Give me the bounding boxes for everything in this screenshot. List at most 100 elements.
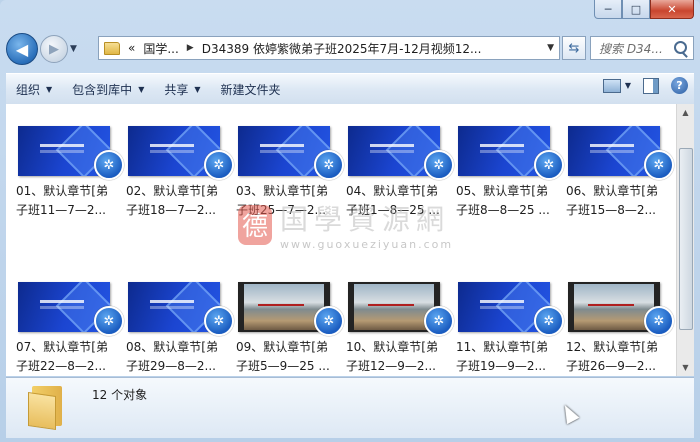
search-icon[interactable] — [674, 41, 687, 54]
file-name-line1: 08、默认章节[弟 — [126, 340, 218, 354]
address-bar[interactable]: « 国学... ▶ D34389 依婷紫微弟子班2025年7月-12月视频12.… — [98, 36, 560, 60]
file-name: 02、默认章节[弟 子班18—7—2... — [126, 182, 232, 220]
file-item[interactable]: ✲ 11、默认章节[弟 子班19—9—2... — [456, 280, 564, 376]
file-name: 04、默认章节[弟 子班1—8—25 ... — [346, 182, 452, 220]
breadcrumb-overflow[interactable]: « — [128, 41, 135, 55]
file-name: 03、默认章节[弟 子班25—7—2... — [236, 182, 342, 220]
file-name-line2: 子班1—8—25 ... — [346, 203, 440, 217]
file-name-line2: 子班12—9—2... — [346, 359, 436, 373]
file-name: 05、默认章节[弟 子班8—8—25 ... — [456, 182, 562, 220]
file-name: 12、默认章节[弟 子班26—9—2... — [566, 338, 672, 376]
view-options-dropdown[interactable]: ▼ — [625, 81, 631, 90]
include-in-library-label: 包含到库中 — [72, 82, 133, 97]
file-name-line1: 07、默认章节[弟 — [16, 340, 108, 354]
file-name-line1: 10、默认章节[弟 — [346, 340, 438, 354]
navigation-bar: ◀ ▶ ▼ « 国学... ▶ D34389 依婷紫微弟子班2025年7月-12… — [6, 32, 694, 66]
file-name-line1: 01、默认章节[弟 — [16, 184, 108, 198]
video-player-icon: ✲ — [534, 306, 564, 336]
refresh-button[interactable]: ⇆ — [562, 36, 586, 60]
maximize-button[interactable]: □ — [622, 0, 650, 19]
file-item[interactable]: ✲ 03、默认章节[弟 子班25—7—2... — [236, 124, 344, 280]
file-name: 08、默认章节[弟 子班29—8—2... — [126, 338, 232, 376]
file-item[interactable]: ✲ 01、默认章节[弟 子班11—7—2... — [16, 124, 124, 280]
change-view-icon[interactable] — [602, 78, 621, 93]
minimize-button[interactable]: ─ — [594, 0, 622, 19]
address-dropdown-icon[interactable]: ▼ — [547, 43, 554, 53]
file-name-line2: 子班15—8—2... — [566, 203, 656, 217]
scroll-up-button[interactable]: ▲ — [677, 104, 694, 121]
file-name-line1: 06、默认章节[弟 — [566, 184, 658, 198]
file-item[interactable]: ✲ 10、默认章节[弟 子班12—9—2... — [346, 280, 454, 376]
chevron-down-icon: ▼ — [194, 84, 201, 94]
breadcrumb-item-parent[interactable]: 国学... — [143, 40, 178, 57]
file-name-line2: 子班26—9—2... — [566, 359, 656, 373]
video-player-icon: ✲ — [314, 150, 344, 180]
video-player-icon: ✲ — [94, 150, 124, 180]
file-name-line1: 12、默认章节[弟 — [566, 340, 658, 354]
video-player-icon: ✲ — [94, 306, 124, 336]
breadcrumb: « 国学... ▶ D34389 依婷紫微弟子班2025年7月-12月视频12.… — [128, 40, 481, 57]
file-name-line2: 子班29—8—2... — [126, 359, 216, 373]
file-grid: ✲ 01、默认章节[弟 子班11—7—2... ✲ 02、默认章节[弟 子班18—7—2.… — [16, 124, 676, 376]
close-button[interactable]: ✕ — [650, 0, 694, 19]
file-item[interactable]: ✲ 08、默认章节[弟 子班29—8—2... — [126, 280, 234, 376]
toolbar-right: ▼ ? — [602, 77, 688, 94]
forward-button[interactable]: ▶ — [40, 35, 68, 63]
file-item[interactable]: ✲ 09、默认章节[弟 子班5—9—25 ... — [236, 280, 344, 376]
file-name-line2: 子班18—7—2... — [126, 203, 216, 217]
file-name-line2: 子班25—7—2... — [236, 203, 326, 217]
file-name: 10、默认章节[弟 子班12—9—2... — [346, 338, 452, 376]
search-input[interactable]: 搜索 D34... — [590, 36, 694, 60]
video-player-icon: ✲ — [534, 150, 564, 180]
chevron-right-icon[interactable]: ▶ — [187, 43, 194, 53]
file-name-line2: 子班11—7—2... — [16, 203, 106, 217]
file-name: 11、默认章节[弟 子班19—9—2... — [456, 338, 562, 376]
folder-icon — [28, 384, 68, 430]
folder-icon — [104, 41, 120, 55]
file-name-line1: 09、默认章节[弟 — [236, 340, 328, 354]
file-item[interactable]: ✲ 05、默认章节[弟 子班8—8—25 ... — [456, 124, 564, 280]
share-label: 共享 — [164, 82, 189, 97]
file-name: 01、默认章节[弟 子班11—7—2... — [16, 182, 122, 220]
file-item[interactable]: ✲ 07、默认章节[弟 子班22—8—2... — [16, 280, 124, 376]
file-item[interactable]: ✲ 04、默认章节[弟 子班1—8—25 ... — [346, 124, 454, 280]
file-name-line1: 02、默认章节[弟 — [126, 184, 218, 198]
video-player-icon: ✲ — [204, 150, 234, 180]
video-player-icon: ✲ — [424, 150, 454, 180]
file-name: 06、默认章节[弟 子班15—8—2... — [566, 182, 672, 220]
arrow-right-icon: ▶ — [49, 41, 59, 57]
explorer-window: ─ □ ✕ ◀ ▶ ▼ « 国学... ▶ D34389 依婷紫微弟子班2025… — [0, 0, 700, 442]
scrollbar-thumb[interactable] — [679, 148, 693, 330]
video-player-icon: ✲ — [204, 306, 234, 336]
breadcrumb-item-current[interactable]: D34389 依婷紫微弟子班2025年7月-12月视频12... — [202, 40, 482, 57]
file-name-line1: 11、默认章节[弟 — [456, 340, 548, 354]
preview-pane-icon[interactable] — [643, 77, 659, 94]
help-icon[interactable]: ? — [671, 77, 688, 94]
file-item[interactable]: ✲ 02、默认章节[弟 子班18—7—2... — [126, 124, 234, 280]
back-button[interactable]: ◀ — [6, 33, 38, 65]
details-pane: 12 个对象 — [6, 377, 694, 438]
video-player-icon: ✲ — [644, 150, 674, 180]
share-menu[interactable]: 共享 ▼ — [154, 77, 210, 101]
file-name-line1: 03、默认章节[弟 — [236, 184, 328, 198]
file-name-line2: 子班5—9—25 ... — [236, 359, 330, 373]
file-name: 07、默认章节[弟 子班22—8—2... — [16, 338, 122, 376]
file-name-line1: 05、默认章节[弟 — [456, 184, 548, 198]
organize-label: 组织 — [16, 82, 41, 97]
vertical-scrollbar[interactable]: ▲ ▼ — [676, 104, 694, 376]
chevron-down-icon: ▼ — [46, 84, 53, 94]
scroll-down-button[interactable]: ▼ — [677, 359, 694, 376]
arrow-left-icon: ◀ — [15, 39, 29, 59]
include-in-library-menu[interactable]: 包含到库中 ▼ — [62, 77, 154, 101]
file-item[interactable]: ✲ 06、默认章节[弟 子班15—8—2... — [566, 124, 674, 280]
command-toolbar: 组织 ▼ 包含到库中 ▼ 共享 ▼ 新建文件夹 ▼ ? — [6, 73, 694, 105]
file-name: 09、默认章节[弟 子班5—9—25 ... — [236, 338, 342, 376]
refresh-icon: ⇆ — [568, 40, 580, 56]
new-folder-label: 新建文件夹 — [220, 82, 281, 97]
file-item[interactable]: ✲ 12、默认章节[弟 子班26—9—2... — [566, 280, 674, 376]
search-placeholder: 搜索 D34... — [599, 41, 663, 56]
recent-pages-dropdown[interactable]: ▼ — [70, 44, 82, 54]
organize-menu[interactable]: 组织 ▼ — [6, 77, 62, 101]
file-name-line2: 子班19—9—2... — [456, 359, 546, 373]
new-folder-button[interactable]: 新建文件夹 — [211, 77, 291, 101]
